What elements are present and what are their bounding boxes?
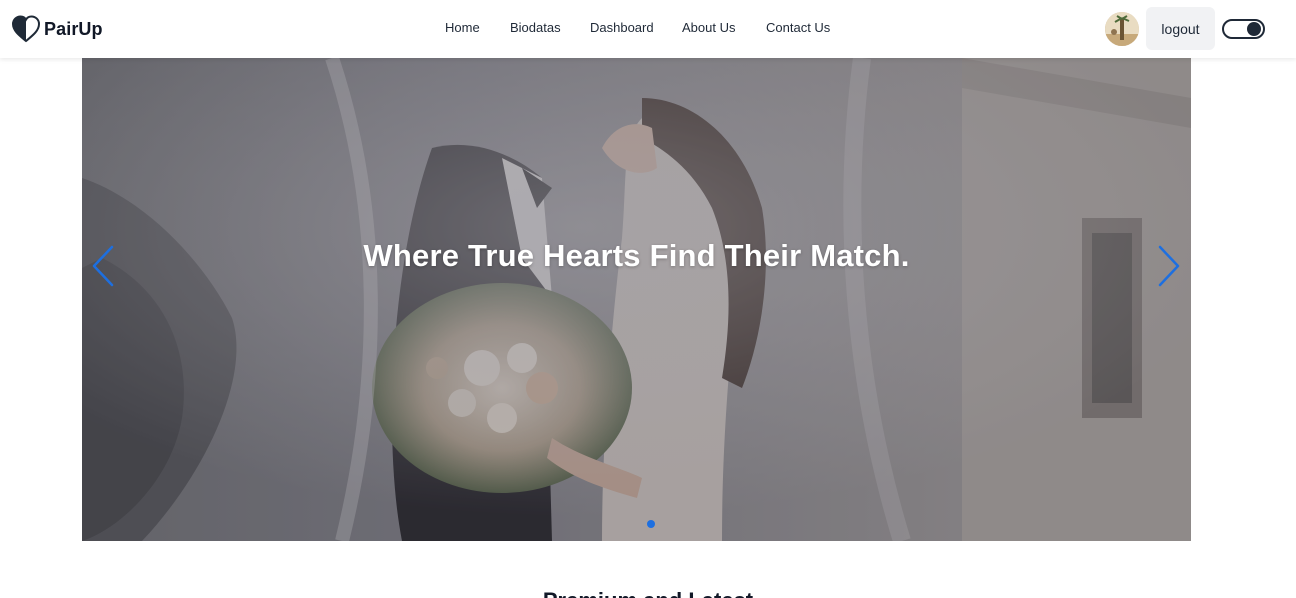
hero-title: Where True Hearts Find Their Match.: [363, 238, 910, 273]
brand-name: PairUp: [44, 18, 103, 39]
nav-home[interactable]: Home: [445, 20, 480, 35]
toggle-knob: [1247, 22, 1261, 36]
carousel-prev-button[interactable]: [90, 245, 116, 287]
main-nav: Home Biodatas Dashboard About Us Contact…: [0, 0, 1296, 58]
carousel-dot-active[interactable]: [647, 520, 655, 528]
heart-icon: [11, 15, 41, 43]
avatar-image: [1105, 12, 1139, 46]
nav-biodatas[interactable]: Biodatas: [510, 20, 561, 35]
nav-about-us[interactable]: About Us: [682, 20, 735, 35]
logout-button[interactable]: logout: [1146, 7, 1215, 50]
theme-toggle[interactable]: [1222, 19, 1265, 39]
hero-carousel: Where True Hearts Find Their Match.: [82, 58, 1191, 541]
carousel-next-button[interactable]: [1156, 245, 1182, 287]
nav-contact-us[interactable]: Contact Us: [766, 20, 830, 35]
navbar: PairUp Home Biodatas Dashboard About Us …: [0, 0, 1296, 58]
chevron-left-icon: [92, 245, 114, 287]
hero-overlay: [82, 58, 1191, 541]
avatar[interactable]: [1105, 12, 1139, 46]
nav-dashboard[interactable]: Dashboard: [590, 20, 654, 35]
brand-logo[interactable]: PairUp: [11, 14, 103, 44]
chevron-right-icon: [1158, 245, 1180, 287]
section-heading: Premium and Latest: [0, 588, 1296, 598]
